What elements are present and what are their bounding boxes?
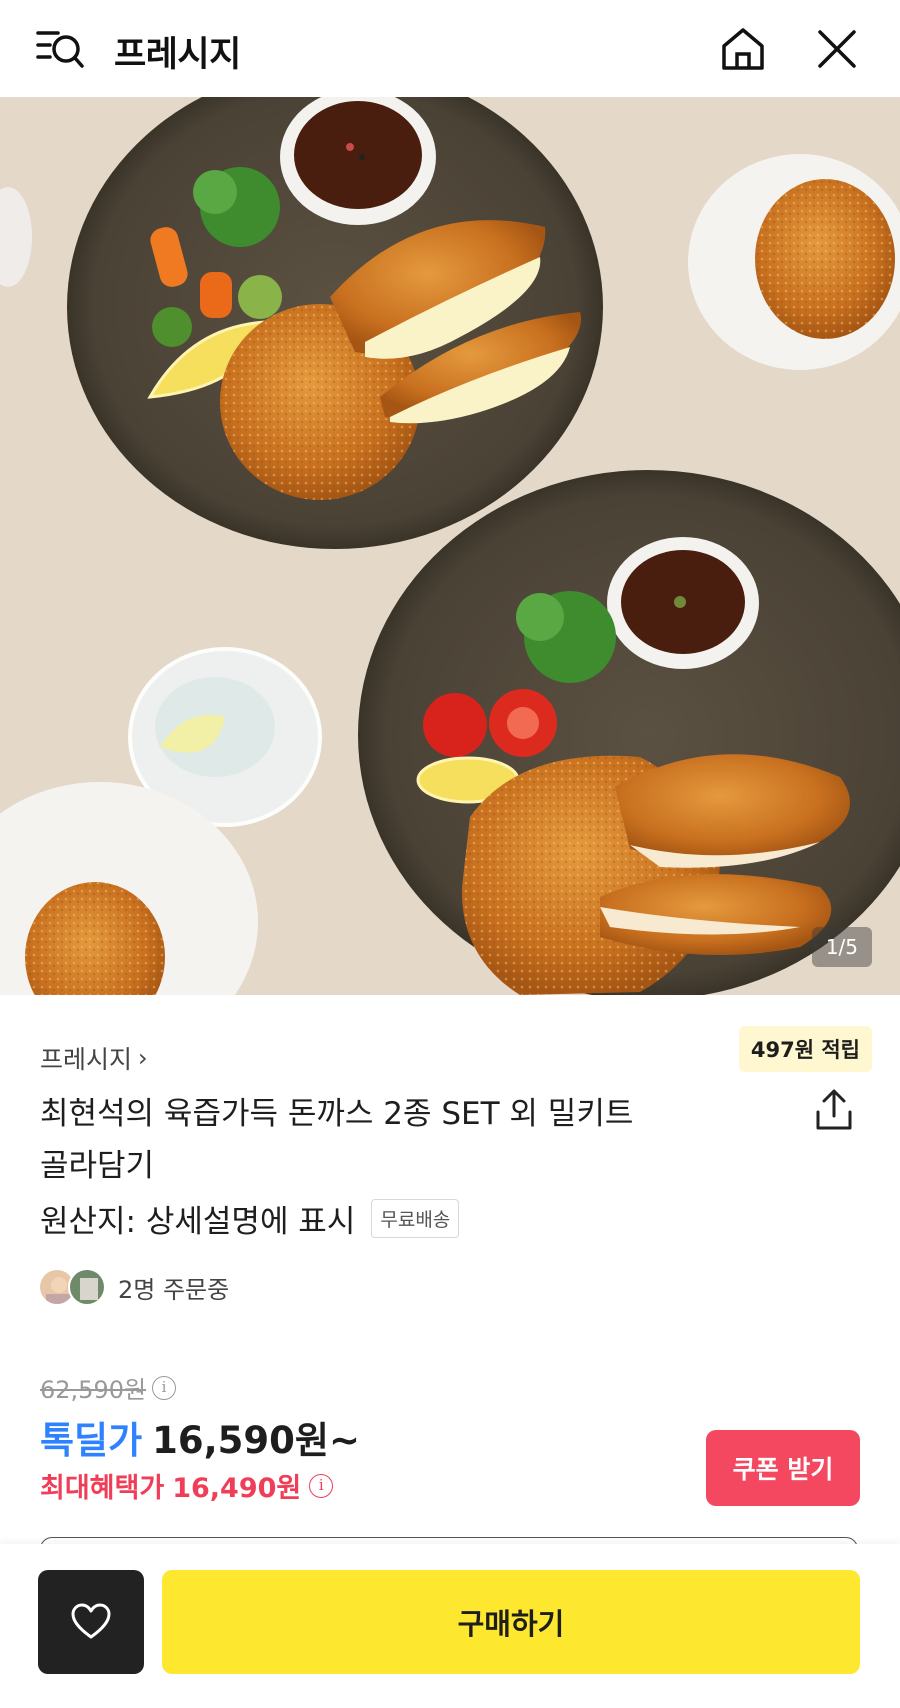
origin-text: 원산지: 상세설명에 표시: [40, 1204, 356, 1240]
home-icon[interactable]: [718, 24, 768, 74]
origin-row: 원산지: 상세설명에 표시 무료배송: [40, 1196, 460, 1241]
free-shipping-badge: 무료배송: [371, 1199, 460, 1238]
product-title: 최현석의 육즙가득 돈까스 2종 SET 외 밀키트 골라담기: [40, 1088, 760, 1192]
orders-count-text: 2명 주문중: [118, 1275, 230, 1304]
chevron-right-icon: ›: [138, 1044, 148, 1072]
info-icon[interactable]: i: [152, 1375, 177, 1400]
seller-name: 프레시지: [40, 1045, 133, 1074]
point-reward-badge: 497원 적립: [738, 1026, 872, 1072]
product-image-gallery[interactable]: 1/5: [0, 97, 900, 995]
seller-link[interactable]: 프레시지 ›: [40, 1040, 148, 1076]
buy-button[interactable]: 구매하기: [162, 1570, 860, 1674]
max-benefit-row: 최대혜택가 16,490원 i: [40, 1466, 334, 1505]
original-price-value: 62,590원: [40, 1376, 147, 1404]
deal-price-row: 톡딜가 16,590원~: [40, 1410, 360, 1464]
page-title: 프레시지: [114, 35, 241, 75]
gallery-page-counter: 1/5: [811, 927, 872, 967]
product-photo: [0, 97, 900, 995]
ordering-now-indicator: 2명 주문중: [38, 1268, 229, 1306]
share-icon[interactable]: [810, 1086, 858, 1134]
original-price: 62,590원 i: [40, 1370, 177, 1405]
product-title-line-2: 골라담기: [40, 1148, 155, 1184]
info-icon[interactable]: i: [309, 1473, 334, 1498]
top-header: 프레시지: [0, 0, 900, 97]
avatar: [68, 1268, 106, 1306]
bottom-action-bar: 구매하기: [0, 1544, 900, 1708]
max-benefit-price: 16,490원: [172, 1473, 302, 1504]
heart-icon: [71, 1603, 111, 1639]
deal-price: 16,590원~: [152, 1419, 360, 1462]
deal-label: 톡딜가: [40, 1419, 143, 1462]
coupon-button[interactable]: 쿠폰 받기: [706, 1430, 860, 1506]
menu-search-icon[interactable]: [36, 25, 88, 71]
max-benefit-label: 최대혜택가: [40, 1473, 165, 1504]
close-icon[interactable]: [812, 24, 862, 74]
product-title-line-1: 최현석의 육즙가득 돈까스 2종 SET 외 밀키트: [40, 1096, 634, 1132]
wishlist-button[interactable]: [38, 1570, 144, 1674]
